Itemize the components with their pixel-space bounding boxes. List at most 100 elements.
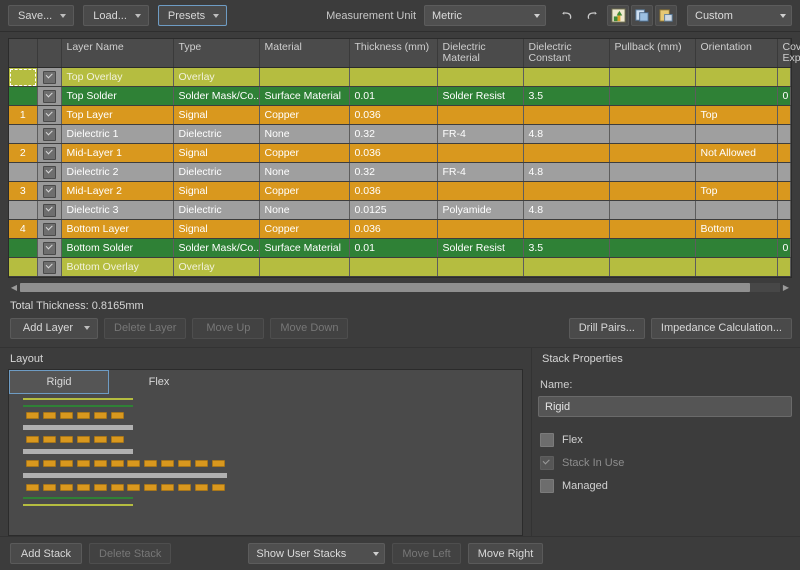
scrollbar-track[interactable] (20, 283, 780, 292)
cell-layer-name[interactable]: Top Overlay (61, 67, 174, 87)
cell-type[interactable]: Dielectric (173, 124, 260, 144)
layers-color-button[interactable] (607, 5, 629, 26)
cell-orientation[interactable] (695, 86, 778, 106)
cell-thickness[interactable]: 0.036 (349, 105, 438, 125)
cell-type[interactable]: Signal (173, 181, 260, 201)
move-left-button[interactable]: Move Left (392, 543, 461, 564)
cell-layer-enabled[interactable] (37, 124, 62, 144)
move-up-button[interactable]: Move Up (192, 317, 265, 339)
cell-dielectric-constant[interactable]: 4.8 (523, 162, 610, 182)
scroll-left-icon[interactable]: ◀ (8, 283, 20, 292)
table-row[interactable]: 2 Mid-Layer 1 Signal Copper 0.036 Not Allowed (9, 143, 791, 163)
cell-type[interactable]: Solder Mask/Co... (173, 86, 260, 106)
table-row[interactable]: 4 Bottom Layer Signal Copper 0.036 Bottom (9, 219, 791, 239)
col-header-coverlay-expansion[interactable]: Coverlay Expansion (777, 39, 800, 68)
cell-material[interactable]: Copper (259, 181, 350, 201)
cell-dielectric-constant[interactable] (523, 257, 610, 277)
cell-layer-enabled[interactable] (37, 200, 62, 220)
cell-coverlay-expansion[interactable] (777, 181, 791, 201)
table-row[interactable]: 1 Top Layer Signal Copper 0.036 Top (9, 105, 791, 125)
cell-layer-enabled[interactable] (37, 181, 62, 201)
save-button[interactable]: Save... (8, 5, 75, 26)
cell-type[interactable]: Signal (173, 219, 260, 239)
col-header-dielectric-material[interactable]: Dielectric Material (437, 39, 524, 68)
cell-layer-enabled[interactable] (37, 219, 62, 239)
flex-checkbox[interactable]: Flex (540, 433, 792, 447)
drill-pairs-button[interactable]: Drill Pairs... (568, 317, 645, 339)
col-header-orientation[interactable]: Orientation (695, 39, 778, 68)
cell-thickness[interactable]: 0.01 (349, 86, 438, 106)
cell-orientation[interactable]: Top (695, 105, 778, 125)
cell-pullback[interactable] (609, 162, 696, 182)
cell-orientation[interactable] (695, 124, 778, 144)
col-header-type[interactable]: Type (173, 39, 260, 68)
col-header-dielectric-constant[interactable]: Dielectric Constant (523, 39, 610, 68)
col-header-material[interactable]: Material (259, 39, 350, 68)
cell-thickness[interactable]: 0.32 (349, 162, 438, 182)
stack-name-input[interactable]: Rigid (538, 396, 792, 417)
cell-dielectric-constant[interactable] (523, 105, 610, 125)
cell-layer-name[interactable]: Bottom Solder (61, 238, 174, 258)
delete-layer-button[interactable]: Delete Layer (104, 317, 187, 339)
cell-dielectric-constant[interactable] (523, 219, 610, 239)
cell-thickness[interactable]: 0.036 (349, 143, 438, 163)
cell-dielectric-material[interactable]: Solder Resist (437, 238, 524, 258)
scrollbar-thumb[interactable] (20, 283, 750, 292)
tab-rigid[interactable]: Rigid (9, 370, 109, 394)
cell-coverlay-expansion[interactable]: 0 (777, 86, 791, 106)
redo-button[interactable] (580, 5, 602, 26)
cell-layer-enabled[interactable] (37, 143, 62, 163)
col-header-pullback[interactable]: Pullback (mm) (609, 39, 696, 68)
cell-material[interactable]: Surface Material (259, 86, 350, 106)
cell-orientation[interactable] (695, 200, 778, 220)
cell-dielectric-material[interactable]: FR-4 (437, 162, 524, 182)
cell-coverlay-expansion[interactable] (777, 124, 791, 144)
cell-thickness[interactable]: 0.0125 (349, 200, 438, 220)
table-row[interactable]: Dielectric 3 Dielectric None 0.0125 Polyamid… (9, 200, 791, 220)
cell-dielectric-constant[interactable]: 4.8 (523, 124, 610, 144)
cell-material[interactable]: Copper (259, 143, 350, 163)
undo-button[interactable] (556, 5, 578, 26)
cell-coverlay-expansion[interactable] (777, 257, 791, 277)
cell-pullback[interactable] (609, 105, 696, 125)
cell-orientation[interactable]: Top (695, 181, 778, 201)
stackup-visualization[interactable]: Rigid Flex (8, 369, 523, 536)
cell-layer-enabled[interactable] (37, 162, 62, 182)
cell-type[interactable]: Signal (173, 143, 260, 163)
cell-material[interactable]: None (259, 162, 350, 182)
cell-layer-name[interactable]: Top Solder (61, 86, 174, 106)
move-right-button[interactable]: Move Right (467, 543, 544, 564)
checkbox-checked-icon[interactable] (42, 108, 56, 122)
table-horizontal-scrollbar[interactable]: ◀ ▶ (8, 281, 792, 294)
cell-layer-enabled[interactable] (37, 86, 62, 106)
preset-select[interactable]: Custom (687, 5, 792, 26)
cell-orientation[interactable]: Not Allowed (695, 143, 778, 163)
cell-layer-enabled[interactable] (37, 238, 62, 258)
cell-coverlay-expansion[interactable]: 0 (777, 238, 791, 258)
col-header-enable[interactable] (37, 39, 62, 68)
checkbox-checked-icon[interactable] (42, 222, 56, 236)
cell-thickness[interactable]: 0.036 (349, 219, 438, 239)
cell-type[interactable]: Overlay (173, 67, 260, 87)
stack-filter-select[interactable]: Show User Stacks (248, 543, 386, 564)
cell-dielectric-material[interactable] (437, 257, 524, 277)
cell-dielectric-material[interactable] (437, 219, 524, 239)
cell-pullback[interactable] (609, 238, 696, 258)
checkbox-checked-icon[interactable] (42, 89, 56, 103)
cell-pullback[interactable] (609, 257, 696, 277)
cell-layer-name[interactable]: Mid-Layer 2 (61, 181, 174, 201)
tab-flex[interactable]: Flex (109, 370, 209, 394)
cell-pullback[interactable] (609, 219, 696, 239)
cell-thickness[interactable]: 0.01 (349, 238, 438, 258)
cell-type[interactable]: Solder Mask/Co... (173, 238, 260, 258)
cell-type[interactable]: Signal (173, 105, 260, 125)
delete-stack-button[interactable]: Delete Stack (89, 543, 172, 564)
table-row[interactable]: 3 Mid-Layer 2 Signal Copper 0.036 Top (9, 181, 791, 201)
checkbox-checked-icon[interactable] (42, 165, 56, 179)
cell-type[interactable]: Dielectric (173, 162, 260, 182)
cell-layer-name[interactable]: Dielectric 3 (61, 200, 174, 220)
cell-dielectric-material[interactable] (437, 143, 524, 163)
cell-thickness[interactable] (349, 257, 438, 277)
cell-type[interactable]: Overlay (173, 257, 260, 277)
cell-coverlay-expansion[interactable] (777, 219, 791, 239)
